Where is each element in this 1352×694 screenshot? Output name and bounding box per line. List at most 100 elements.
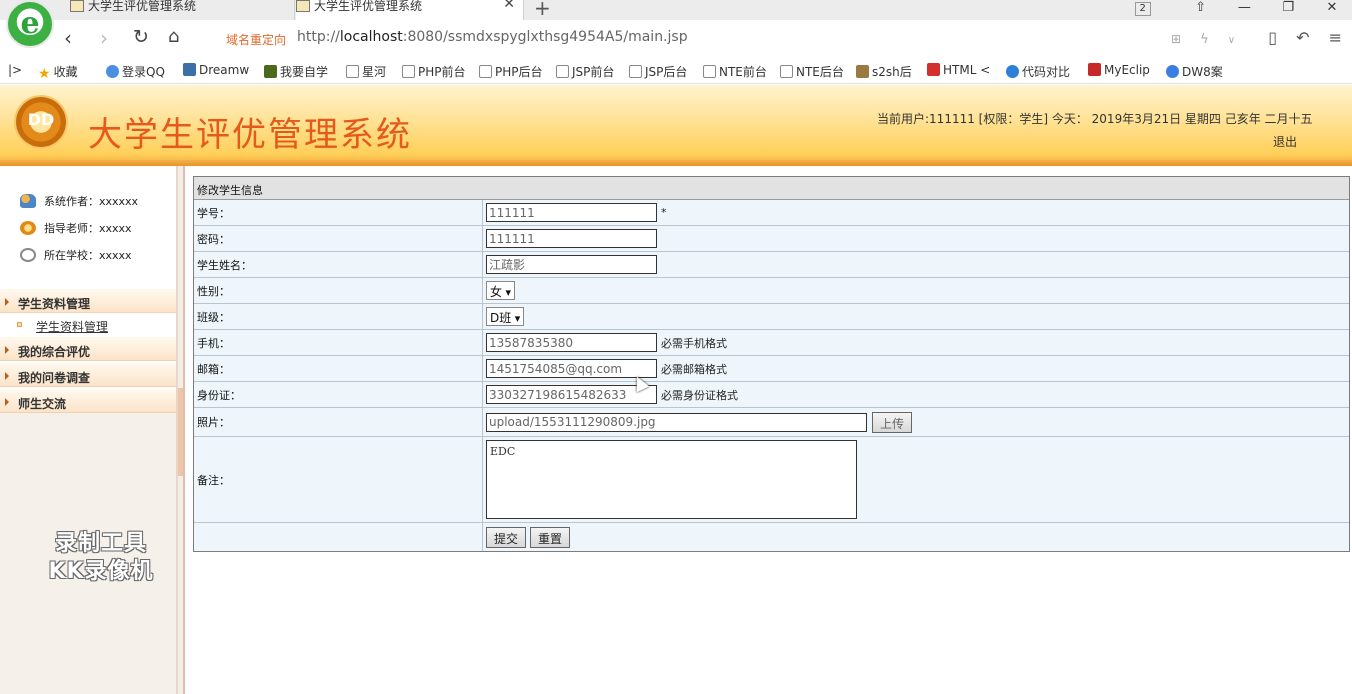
refresh-icon[interactable]: ↻ — [133, 26, 149, 48]
bookmark-item[interactable]: 登录QQ — [106, 63, 165, 80]
qr-icon[interactable]: ⊞ — [1171, 32, 1181, 46]
address-bar: ‹ › ↻ ⌂ 域名重定向 http://localhost:8080/ssmd… — [0, 20, 1352, 56]
teacher-icon — [20, 221, 36, 235]
photo-path-input[interactable] — [486, 412, 867, 432]
bookmark-item[interactable]: PHP后台 — [479, 63, 543, 80]
required-mark: * — [661, 206, 667, 219]
id-card-input[interactable] — [486, 385, 657, 404]
splitter-grip[interactable] — [178, 388, 183, 476]
bookmark-item[interactable]: HTML < — [927, 63, 990, 77]
field-label: 邮箱： — [194, 356, 483, 381]
submenu-bullet-icon — [17, 322, 22, 327]
gender-select[interactable]: 女 — [486, 281, 516, 300]
forward-icon[interactable]: › — [100, 26, 108, 50]
id-card-hint: 必需身份证格式 — [661, 388, 738, 402]
bookmark-item[interactable]: PHP前台 — [402, 63, 466, 80]
page-icon — [629, 65, 642, 78]
address-actions: ⊞ ϟ ∨ ▯ ↶ ≡ — [1157, 28, 1342, 47]
bookmark-item[interactable]: 代码对比 — [1006, 63, 1070, 80]
name-input[interactable] — [486, 255, 657, 274]
restore-icon[interactable]: ❐ — [1268, 0, 1308, 15]
row-actions: 提交 重置 — [194, 523, 1349, 551]
star-icon: ★ — [38, 66, 51, 82]
row-remark: 备注： EDC — [194, 437, 1349, 523]
field-label: 备注： — [194, 437, 483, 522]
submit-button[interactable]: 提交 — [486, 526, 527, 548]
menu-student-info[interactable]: 学生资料管理 — [0, 289, 176, 313]
bookmark-icon[interactable]: ▯ — [1268, 28, 1277, 47]
bookmark-item[interactable]: 星河 — [346, 63, 386, 80]
student-id-input[interactable] — [486, 203, 657, 222]
user-info: 当前用户:111111 [权限：学生] 今天： 2019年3月21日 星期四 己… — [877, 112, 1313, 126]
password-input[interactable] — [486, 229, 657, 248]
url-field[interactable]: http://localhost:8080/ssmdxspyglxthsg495… — [297, 29, 688, 45]
chevron-down-icon[interactable]: ∨ — [1228, 35, 1235, 46]
home-icon[interactable]: ⌂ — [168, 26, 179, 47]
school-info: 所在学校：xxxxx — [20, 247, 132, 263]
bookmark-item[interactable]: JSP前台 — [556, 63, 614, 80]
field-label: 性别： — [194, 278, 483, 303]
row-class: 班级： D班 — [194, 304, 1349, 330]
lightning-icon[interactable]: ϟ — [1200, 32, 1209, 47]
field-label: 身份证： — [194, 382, 483, 407]
image-icon — [856, 65, 869, 78]
tab-count-badge[interactable]: 2 — [1134, 2, 1151, 16]
logout-link[interactable]: 退出 — [1273, 133, 1297, 150]
recorder-watermark: 录制工具 KK录像机 — [48, 531, 154, 584]
row-password: 密码： — [194, 226, 1349, 252]
myeclipse-icon — [1088, 63, 1101, 76]
bookmark-item[interactable]: NTE后台 — [780, 63, 844, 80]
teacher-info: 指导老师：xxxxx — [20, 220, 132, 236]
sidebar-splitter[interactable] — [176, 166, 185, 694]
bookmark-item[interactable]: s2sh后 — [856, 63, 912, 80]
menu-icon[interactable]: ≡ — [1329, 28, 1342, 47]
bookmark-item[interactable]: Dreamw — [183, 63, 249, 77]
menu-communication[interactable]: 师生交流 — [0, 389, 176, 413]
qq-icon — [106, 65, 119, 78]
menu-evaluation[interactable]: 我的综合评优 — [0, 337, 176, 361]
compare-icon — [1006, 65, 1019, 78]
browser-tab-2[interactable]: 大学生评优管理系统 ✕ — [296, 0, 524, 20]
phone-input[interactable] — [486, 333, 657, 352]
bookmark-item[interactable]: DW8案 — [1166, 63, 1223, 80]
tab-title: 大学生评优管理系统 — [88, 0, 197, 13]
author-info: 系统作者：xxxxxx — [20, 193, 138, 209]
back-icon[interactable]: ‹ — [64, 26, 72, 50]
email-hint: 必需邮箱格式 — [661, 362, 727, 376]
site-logo: DD — [16, 97, 66, 147]
upload-button[interactable]: 上传 — [872, 411, 913, 433]
browser-tab-bar: 大学生评优管理系统 大学生评优管理系统 ✕ + 2 ⇧ — ❐ ✕ — [0, 0, 1352, 20]
bookmark-expand-icon[interactable]: |> — [8, 63, 22, 77]
bookmark-item[interactable]: ★ 收藏 — [38, 63, 78, 82]
bookmark-item[interactable]: NTE前台 — [703, 63, 767, 80]
class-select[interactable]: D班 — [486, 307, 525, 326]
row-id-card: 身份证： 必需身份证格式 — [194, 382, 1349, 408]
remark-textarea[interactable]: EDC — [486, 440, 857, 519]
submenu-student-info[interactable]: 学生资料管理 — [36, 318, 108, 335]
user-group-icon — [20, 194, 36, 208]
page-icon — [346, 65, 359, 78]
html-icon — [927, 63, 940, 76]
bookmark-item[interactable]: MyEclip — [1088, 63, 1150, 77]
bookmark-item[interactable]: 我要自学 — [264, 63, 328, 80]
bookmark-item[interactable]: JSP后台 — [629, 63, 687, 80]
site-icon — [264, 65, 277, 78]
close-window-icon[interactable]: ✕ — [1312, 0, 1352, 15]
page-favicon-icon — [296, 0, 310, 12]
reset-button[interactable]: 重置 — [530, 526, 571, 548]
page-icon — [479, 65, 492, 78]
email-input[interactable] — [486, 359, 657, 378]
browser-logo-icon: e — [6, 0, 54, 48]
pin-icon[interactable]: ⇧ — [1181, 0, 1221, 15]
clock-icon — [20, 248, 36, 262]
menu-survey[interactable]: 我的问卷调查 — [0, 363, 176, 387]
window-controls: 2 ⇧ — ❐ ✕ — [1134, 0, 1352, 18]
browser-tab-1[interactable]: 大学生评优管理系统 — [70, 0, 295, 20]
undo-icon[interactable]: ↶ — [1296, 28, 1309, 47]
minimize-icon[interactable]: — — [1224, 0, 1264, 15]
row-email: 邮箱： 必需邮箱格式 — [194, 356, 1349, 382]
page-favicon-icon — [70, 0, 84, 12]
new-tab-icon[interactable]: + — [534, 0, 551, 20]
page-icon — [402, 65, 415, 78]
close-tab-icon[interactable]: ✕ — [503, 0, 515, 11]
